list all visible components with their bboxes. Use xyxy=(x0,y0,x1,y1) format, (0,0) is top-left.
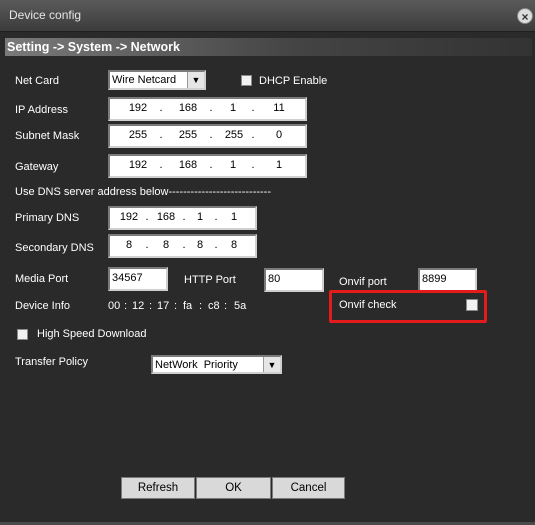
onvif-checkbox[interactable] xyxy=(466,299,478,311)
media-port-label: Media Port xyxy=(15,273,69,285)
transfer-policy-label: Transfer Policy xyxy=(15,356,88,368)
http-port-input[interactable]: 80 xyxy=(264,268,324,292)
ip-address-field[interactable]: 192 . 168 . 1 . 11 xyxy=(108,97,307,121)
gateway-field[interactable]: 192 . 168 . 1 . 1 xyxy=(108,154,307,178)
dhcp-checkbox[interactable] xyxy=(241,75,252,86)
onvif-check-label: Onvif check xyxy=(339,299,397,311)
refresh-button[interactable]: Refresh xyxy=(121,477,195,499)
secondary-dns-label: Secondary DNS xyxy=(15,242,94,254)
ok-button[interactable]: OK xyxy=(196,477,271,499)
transfer-policy-value: NetWork Priority xyxy=(155,359,238,371)
device-info-label: Device Info xyxy=(15,300,71,312)
http-port-label: HTTP Port xyxy=(184,274,236,286)
subnet-mask-label: Subnet Mask xyxy=(15,130,80,142)
chevron-down-icon: ▼ xyxy=(263,357,280,372)
ip-address-label: IP Address xyxy=(15,104,68,116)
media-port-input[interactable]: 34567 xyxy=(108,267,168,291)
close-icon[interactable]: × xyxy=(517,8,533,24)
window-title: Device config xyxy=(9,8,82,22)
secondary-dns-field[interactable]: 8 . 8 . 8 . 8 xyxy=(108,234,257,258)
primary-dns-label: Primary DNS xyxy=(15,212,80,224)
net-card-value: Wire Netcard xyxy=(112,74,177,86)
device-mac: 00 : 12 : 17 : fa : c8 : 5a xyxy=(108,300,247,312)
onvif-port-input[interactable]: 8899 xyxy=(418,268,477,292)
onvif-port-label: Onvif port xyxy=(339,276,387,288)
high-speed-label: High Speed Download xyxy=(37,328,147,340)
transfer-policy-select[interactable]: NetWork Priority ▼ xyxy=(151,355,282,374)
gateway-label: Gateway xyxy=(15,161,59,173)
cancel-button[interactable]: Cancel xyxy=(272,477,345,499)
high-speed-checkbox[interactable] xyxy=(17,329,28,340)
primary-dns-field[interactable]: 192 . 168 . 1 . 1 xyxy=(108,206,257,230)
breadcrumb: Setting -> System -> Network xyxy=(5,38,532,56)
dns-note: Use DNS server address below------------… xyxy=(15,186,272,198)
dhcp-label: DHCP Enable xyxy=(259,75,328,87)
net-card-label: Net Card xyxy=(15,75,60,87)
title-bar: Device config × xyxy=(0,0,535,32)
subnet-mask-field[interactable]: 255 . 255 . 255 . 0 xyxy=(108,124,307,148)
net-card-select[interactable]: Wire Netcard ▼ xyxy=(108,70,206,90)
chevron-down-icon: ▼ xyxy=(187,72,204,88)
